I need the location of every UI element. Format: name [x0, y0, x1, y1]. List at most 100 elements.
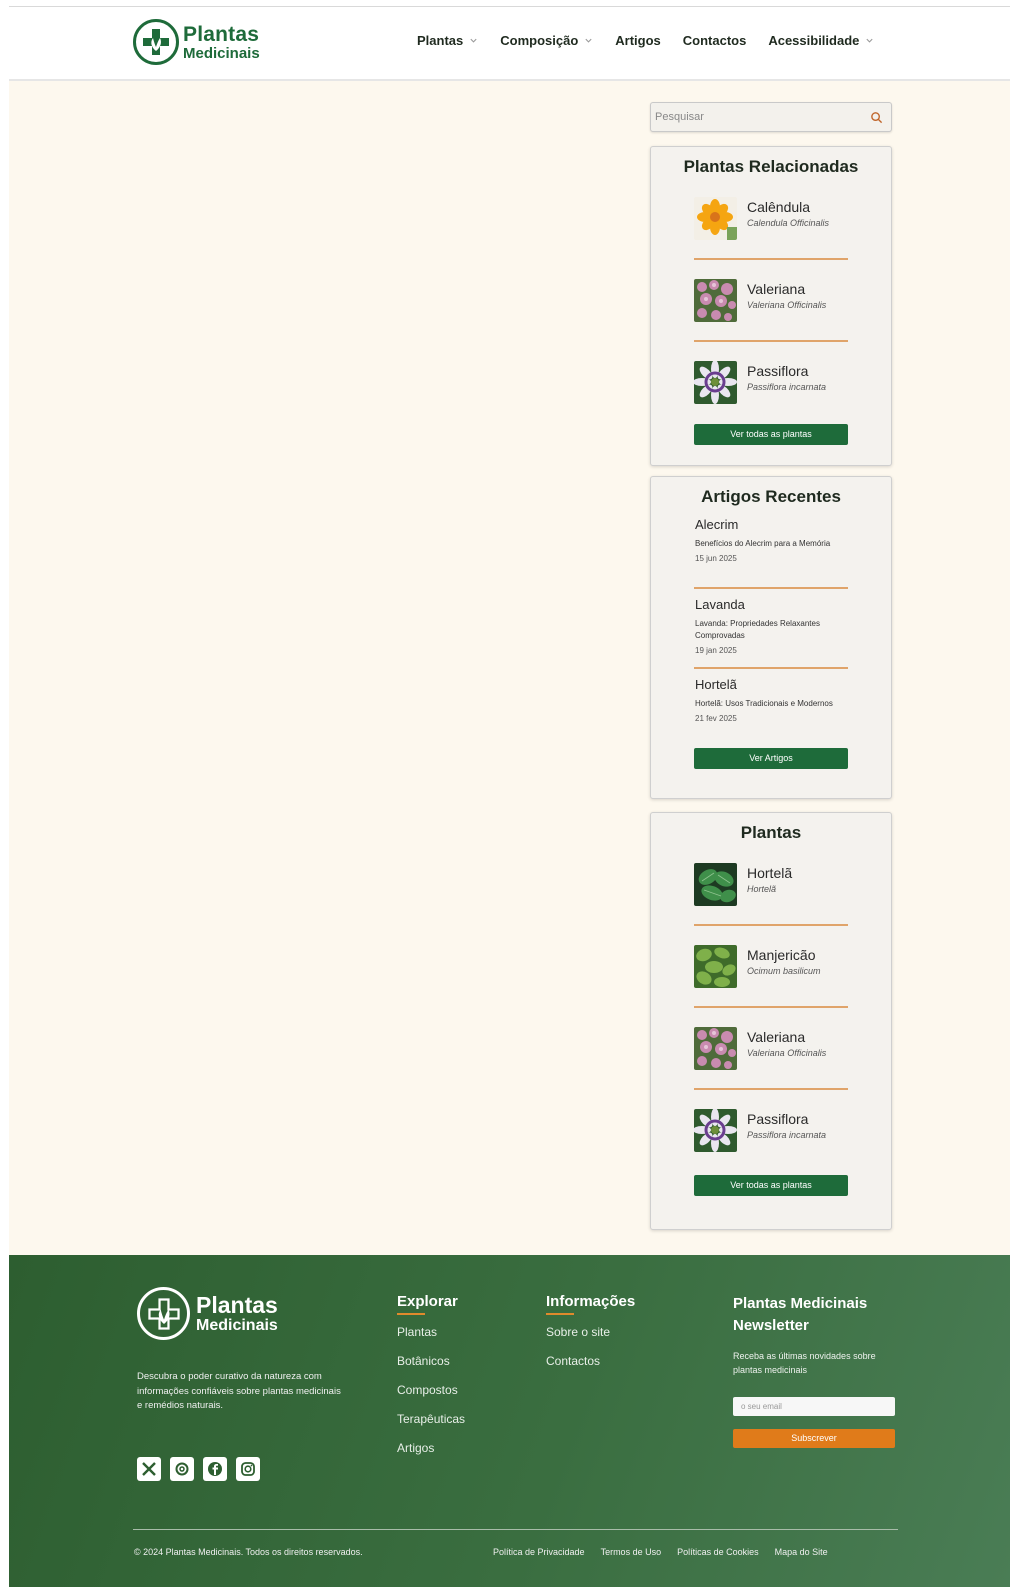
site-header: Plantas Medicinais Plantas Composição Ar… — [9, 7, 1010, 81]
threads-icon[interactable] — [170, 1457, 194, 1481]
divider — [694, 1088, 848, 1090]
plant-scientific-name: Hortelã — [747, 884, 777, 894]
article-title: Hortelã — [695, 677, 737, 692]
sitemap-link[interactable]: Mapa do Site — [775, 1547, 828, 1557]
nav-label: Composição — [500, 33, 579, 48]
valeriana-thumbnail — [694, 279, 737, 322]
passiflora-thumbnail — [694, 1109, 737, 1152]
passiflora-thumbnail — [694, 361, 737, 404]
heading-underline — [397, 1313, 425, 1315]
footer-logo-subtitle: Medicinais — [196, 1316, 278, 1334]
privacy-policy-link[interactable]: Política de Privacidade — [493, 1547, 585, 1557]
search-icon[interactable] — [870, 111, 883, 124]
article-item-alecrim[interactable]: Alecrim Benefícios do Alecrim para a Mem… — [695, 517, 851, 563]
footer-divider — [133, 1529, 898, 1530]
instagram-icon[interactable] — [236, 1457, 260, 1481]
footer-link-terapeuticas[interactable]: Terapêuticas — [397, 1412, 465, 1426]
nav-plantas[interactable]: Plantas — [417, 33, 478, 48]
footer-link-contactos[interactable]: Contactos — [546, 1354, 635, 1368]
logo-subtitle: Medicinais — [183, 44, 260, 62]
chevron-down-icon — [470, 38, 477, 43]
divider — [694, 587, 848, 589]
page: Plantas Medicinais Plantas Composição Ar… — [9, 6, 1010, 1587]
view-articles-button[interactable]: Ver Artigos — [694, 748, 848, 769]
plant-name: Valeriana — [747, 1029, 806, 1045]
nav-acessibilidade[interactable]: Acessibilidade — [768, 33, 874, 48]
plant-scientific-name: Calendula Officinalis — [747, 218, 830, 228]
article-title: Lavanda — [695, 597, 745, 612]
plant-item-valeriana[interactable]: Valeriana Valeriana Officinalis — [694, 279, 854, 322]
nav-label: Acessibilidade — [768, 33, 860, 48]
main-nav: Plantas Composição Artigos Contactos Ace… — [417, 33, 896, 48]
cookie-policy-link[interactable]: Políticas de Cookies — [677, 1547, 759, 1557]
plant-item-calendula[interactable]: Calêndula Calendula Officinalis — [694, 197, 854, 240]
subscribe-button[interactable]: Subscrever — [733, 1429, 895, 1448]
info-heading: Informações — [546, 1293, 636, 1310]
heading-underline — [546, 1313, 574, 1315]
view-all-plants-button[interactable]: Ver todas as plantas — [694, 424, 848, 445]
social-links — [137, 1457, 269, 1481]
plant-item-passiflora[interactable]: Passiflora Passiflora incarnata — [694, 1109, 854, 1152]
newsletter-email-input[interactable] — [733, 1397, 895, 1416]
footer-logo-title: Plantas — [196, 1291, 278, 1318]
chevron-down-icon — [866, 38, 873, 43]
chevron-down-icon — [585, 38, 592, 43]
site-footer: Plantas Medicinais Descubra o poder cura… — [9, 1255, 1010, 1587]
plant-item-passiflora[interactable]: Passiflora Passiflora incarnata — [694, 361, 854, 404]
logo-title: Plantas — [183, 22, 260, 46]
related-plants-card: Plantas Relacionadas Calêndula Calendula… — [650, 146, 892, 466]
article-title: Alecrim — [695, 517, 739, 532]
plant-name: Passiflora — [747, 1111, 809, 1127]
calendula-thumbnail — [694, 197, 737, 240]
copyright: © 2024 Plantas Medicinais. Todos os dire… — [134, 1547, 363, 1557]
footer-link-compostos[interactable]: Compostos — [397, 1383, 465, 1397]
card-title: Artigos Recentes — [701, 487, 841, 506]
footer-link-plantas[interactable]: Plantas — [397, 1325, 465, 1339]
card-title: Plantas — [740, 823, 802, 842]
valeriana-thumbnail — [694, 1027, 737, 1070]
search-input[interactable] — [651, 103, 851, 131]
article-date: 15 jun 2025 — [695, 554, 737, 563]
footer-link-sobre[interactable]: Sobre o site — [546, 1325, 635, 1339]
site-logo[interactable]: Plantas Medicinais — [133, 19, 260, 65]
plant-name: Calêndula — [747, 199, 811, 215]
footer-link-artigos[interactable]: Artigos — [397, 1441, 465, 1455]
plant-name: Valeriana — [747, 281, 806, 297]
terms-of-use-link[interactable]: Termos de Uso — [601, 1547, 662, 1557]
divider — [694, 667, 848, 669]
nav-label: Contactos — [682, 33, 747, 48]
plant-scientific-name: Passiflora incarnata — [747, 382, 827, 392]
article-description: Benefícios do Alecrim para a Memória — [695, 539, 831, 548]
article-item-hortela[interactable]: Hortelã Hortelã: Usos Tradicionais e Mod… — [695, 677, 851, 723]
article-item-lavanda[interactable]: Lavanda Lavanda: Propriedades Relaxantes… — [695, 597, 851, 655]
explore-heading: Explorar — [397, 1293, 458, 1310]
facebook-icon[interactable] — [203, 1457, 227, 1481]
x-icon[interactable] — [137, 1457, 161, 1481]
footer-info-column: Informações Sobre o site Contactos — [546, 1293, 635, 1383]
plant-name: Hortelã — [747, 865, 793, 881]
plant-scientific-name: Valeriana Officinalis — [747, 300, 827, 310]
view-all-plants-button[interactable]: Ver todas as plantas — [694, 1175, 848, 1196]
footer-explore-column: Explorar Plantas Botânicos Compostos Ter… — [397, 1293, 465, 1470]
plant-scientific-name: Valeriana Officinalis — [747, 1048, 827, 1058]
logo-cross-icon — [137, 1287, 190, 1340]
article-description: Lavanda: Propriedades Relaxantes Comprov… — [695, 619, 820, 640]
footer-logo[interactable]: Plantas Medicinais — [137, 1287, 278, 1340]
footer-link-botanicos[interactable]: Botânicos — [397, 1354, 465, 1368]
divider — [694, 340, 848, 342]
nav-artigos[interactable]: Artigos — [615, 33, 661, 48]
card-title: Plantas Relacionadas — [683, 157, 859, 176]
mint-thumbnail — [694, 863, 737, 906]
nav-contactos[interactable]: Contactos — [683, 33, 747, 48]
newsletter-text: Receba as últimas novidades sobre planta… — [733, 1351, 876, 1375]
newsletter: Plantas Medicinais Newsletter Receba as … — [733, 1293, 898, 1448]
nav-composicao[interactable]: Composição — [500, 33, 593, 48]
basil-thumbnail — [694, 945, 737, 988]
plant-item-manjericao[interactable]: Manjericão Ocimum basilicum — [694, 945, 854, 988]
divider — [694, 1006, 848, 1008]
divider — [694, 258, 848, 260]
footer-description: Descubra o poder curativo da natureza co… — [137, 1371, 341, 1411]
plant-item-hortela[interactable]: Hortelã Hortelã — [694, 863, 854, 906]
plant-item-valeriana[interactable]: Valeriana Valeriana Officinalis — [694, 1027, 854, 1070]
nav-label: Plantas — [417, 33, 464, 48]
